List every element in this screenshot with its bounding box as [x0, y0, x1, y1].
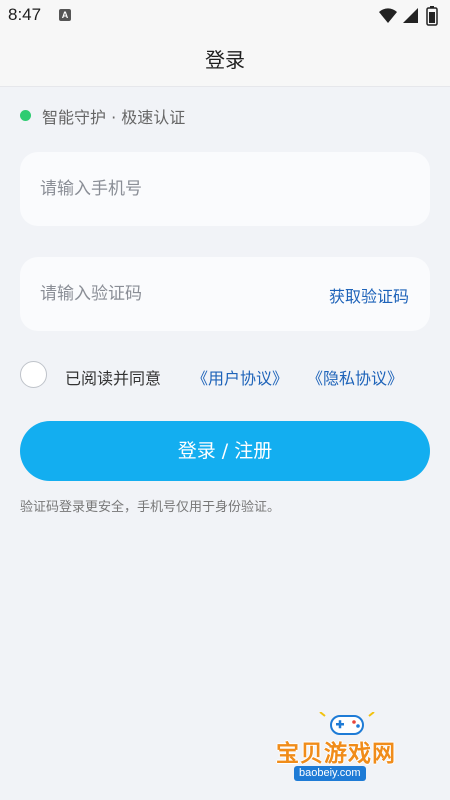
- watermark-logo: 宝贝游戏网 baobeiy.com: [272, 712, 422, 784]
- phone-input[interactable]: [40, 152, 410, 226]
- notification-icon: A: [59, 9, 71, 21]
- agreement-row: 已阅读并同意 《用户协议》 《隐私协议》: [20, 361, 430, 391]
- wifi-icon: [379, 8, 397, 23]
- app-header: 登录: [0, 32, 450, 87]
- login-register-button[interactable]: 登录 / 注册: [20, 421, 430, 481]
- status-icons: [378, 6, 442, 26]
- security-hint: 验证码登录更安全，手机号仅用于身份验证。: [20, 500, 281, 515]
- watermark-text: 宝贝游戏网: [276, 741, 396, 767]
- status-bar: 8:47 A: [0, 0, 450, 32]
- watermark-url: baobeiy.com: [294, 766, 366, 781]
- agree-label: 已阅读并同意: [65, 369, 162, 388]
- privacy-policy-link[interactable]: 《隐私协议》: [307, 365, 403, 389]
- phone-field: [20, 152, 430, 226]
- get-code-button[interactable]: 获取验证码: [329, 283, 409, 307]
- status-time: 8:47: [8, 5, 42, 24]
- status-dot-icon: [20, 110, 31, 121]
- agree-checkbox[interactable]: [20, 361, 47, 388]
- page-title: 登录: [205, 48, 245, 72]
- code-field: 获取验证码: [20, 257, 430, 331]
- cellular-signal-icon: [403, 8, 418, 23]
- battery-icon: [426, 6, 438, 26]
- verification-code-input[interactable]: [40, 257, 300, 331]
- user-agreement-link[interactable]: 《用户协议》: [192, 365, 288, 389]
- badge-text: 智能守护 · 极速认证: [42, 108, 186, 127]
